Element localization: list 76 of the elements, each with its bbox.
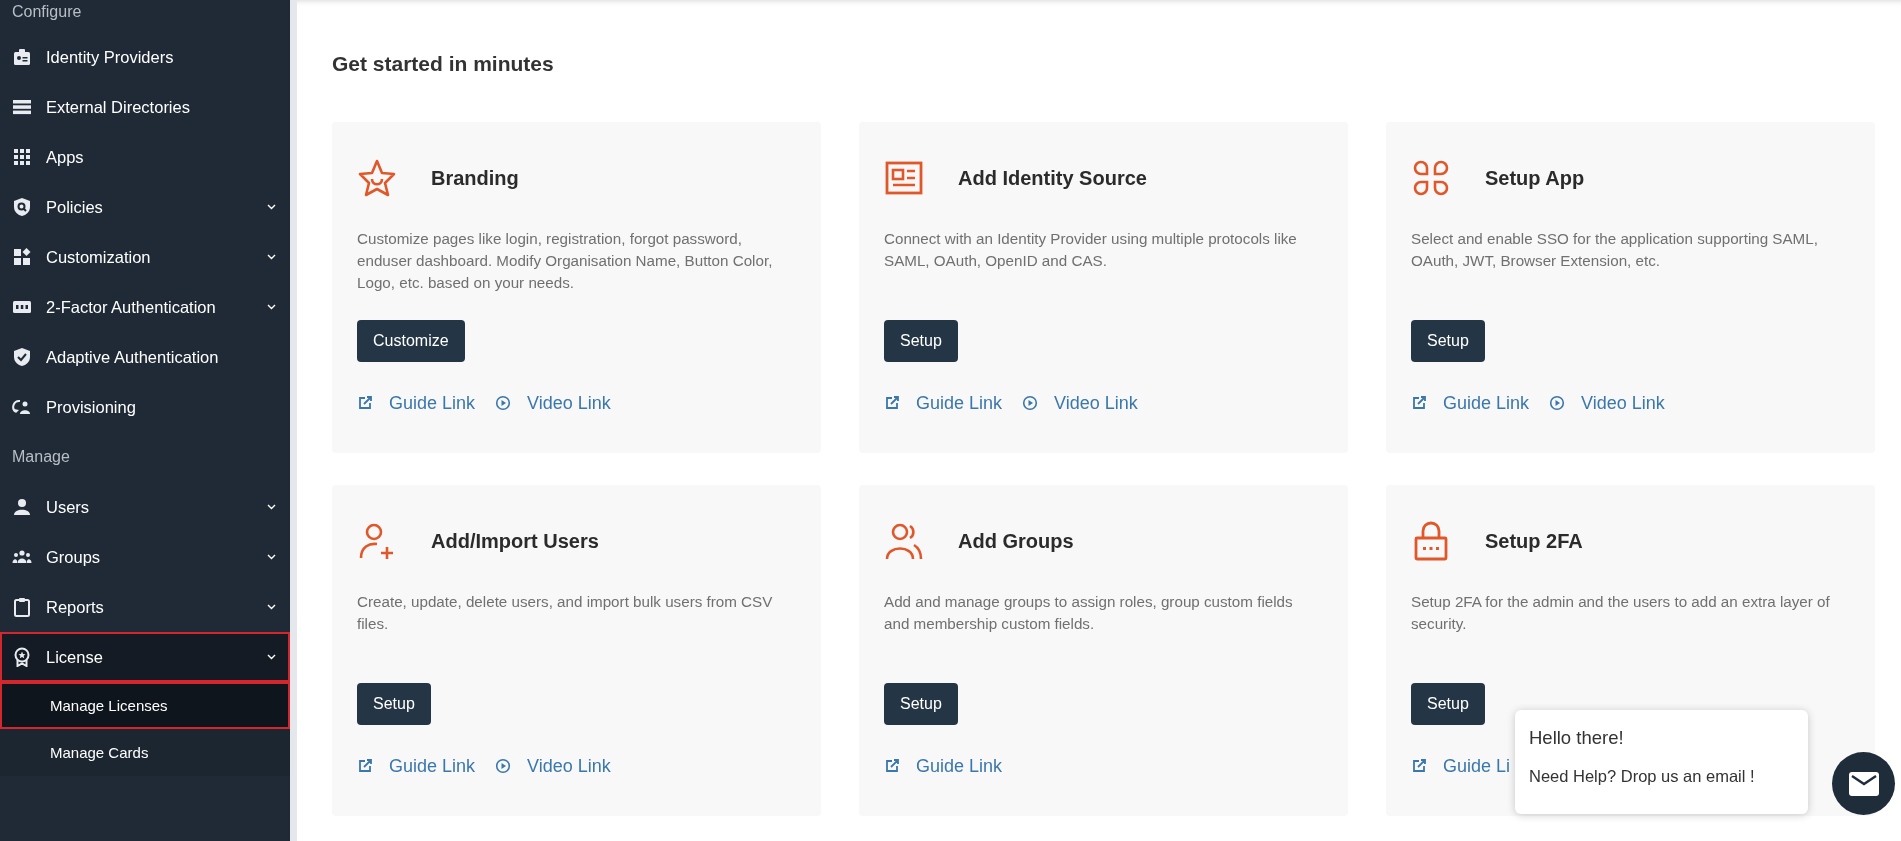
play-icon [495,395,512,411]
chevron-down-icon [267,254,276,260]
shield-check-icon [12,347,32,367]
card-description: Setup 2FA for the admin and the users to add an extra layer of security. [1411,591,1831,634]
guide-link[interactable]: Guide Link [389,389,476,417]
video-link[interactable]: Video Link [527,389,611,417]
guide-link[interactable]: Guide Link [1443,389,1530,417]
action-button[interactable]: Setup [1411,319,1485,362]
action-button[interactable]: Setup [884,319,958,362]
video-link[interactable]: Video Link [1581,389,1665,417]
id-card-icon [12,47,32,67]
grid-icon [12,147,32,167]
shield-search-icon [12,197,32,217]
list-icon [12,97,32,117]
chevron-down-icon [267,504,276,510]
sidebar-item[interactable]: Reports [0,582,290,632]
card-title: Branding [431,165,519,191]
chevron-down-icon [267,604,276,610]
external-link-icon [1411,758,1427,774]
section-label: Configure [11,2,83,22]
submenu-item[interactable]: Manage Cards [0,729,290,776]
chevron-down-icon [267,304,276,310]
play-icon [1022,395,1039,411]
card-description: Select and enable SSO for the application supporting SAML, OAuth, JWT, Browser Extension, etc. [1411,228,1819,271]
action-button[interactable]: Setup [1411,682,1485,725]
sidebar-item[interactable]: Users [0,482,290,532]
external-link-icon [884,395,900,411]
video-link[interactable]: Video Link [1054,389,1138,417]
external-link-icon [357,758,373,774]
mail-icon [1847,770,1880,797]
guide-link[interactable]: Guide Link [389,752,476,780]
person-icon [12,497,32,517]
sidebar-item[interactable]: Apps [0,132,290,182]
section-label: Manage [11,447,71,467]
card-title: Add Identity Source [958,165,1147,191]
card-description: Create, update, delete users, and import bulk users from CSV files. [357,591,774,634]
action-button[interactable]: Setup [357,682,431,725]
sidebar-item[interactable]: Customization [0,232,290,282]
guide-link[interactable]: Guide Li [1443,752,1511,780]
award-icon [12,647,32,667]
play-icon [1549,395,1566,411]
blocks-icon [12,247,32,267]
card-title: Add Groups [958,528,1074,554]
guide-link[interactable]: Guide Link [916,389,1003,417]
page-heading: Get started in minutes [332,51,555,77]
chat-message: Need Help? Drop us an email ! [1529,765,1756,787]
card-description: Add and manage groups to assign roles, group custom fields and membership custom fields. [884,591,1294,634]
card-title: Setup App [1485,165,1585,191]
sidebar-item[interactable]: License [0,632,290,682]
sync-person-icon [12,397,32,417]
action-button[interactable]: Customize [357,319,465,362]
external-link-icon [884,758,900,774]
external-link-icon [357,395,373,411]
external-link-icon [1411,395,1427,411]
clipboard-icon [12,597,32,617]
card-description: Customize pages like login, registration, forgot password, enduser dashboard. Modify Organisation Name, Button Color, Logo, etc. based on your needs. [357,228,774,293]
video-link[interactable]: Video Link [527,752,611,780]
card-description: Connect with an Identity Provider using multiple protocols like SAML, OAuth, OpenID and CAS. [884,228,1298,271]
sidebar-item[interactable]: Provisioning [0,382,290,432]
sidebar-item[interactable]: Groups [0,532,290,582]
sidebar-item[interactable]: 2-Factor Authentication [0,282,290,332]
star-smile-icon [357,157,397,198]
play-icon [495,758,512,774]
chat-greeting: Hello there! [1529,726,1625,750]
sidebar-item[interactable]: External Directories [0,82,290,132]
sidebar-item[interactable]: Policies [0,182,290,232]
chevron-down-icon [267,204,276,210]
card-title: Setup 2FA [1485,528,1583,554]
chevron-down-icon [267,654,276,660]
sidebar-item[interactable]: Adaptive Authentication [0,332,290,382]
sidebar-item[interactable]: Identity Providers [0,32,290,82]
chevron-down-icon [267,554,276,560]
action-button[interactable]: Setup [884,682,958,725]
guide-link[interactable]: Guide Link [916,752,1003,780]
submenu-item[interactable]: Manage Licenses [0,682,290,729]
card-title: Add/Import Users [431,528,599,554]
